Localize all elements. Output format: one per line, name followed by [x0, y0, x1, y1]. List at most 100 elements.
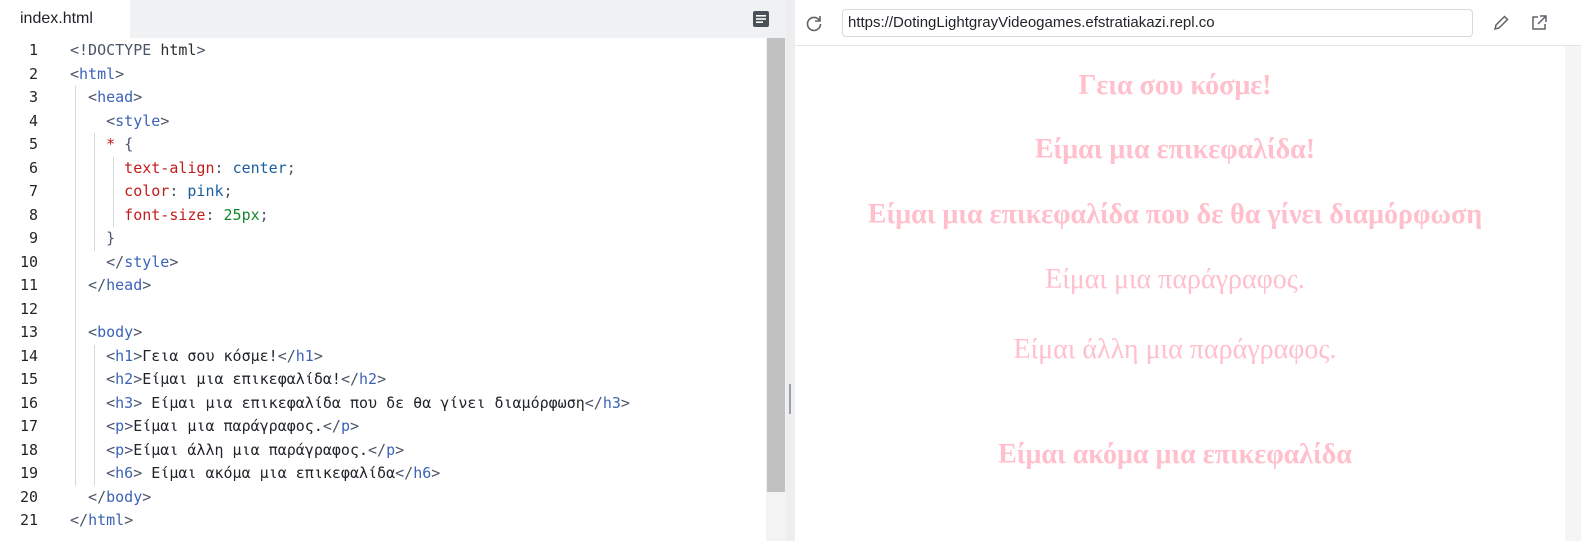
- code-editor-pane[interactable]: index.html 1 <!DOCTYPE html> 2 <html> 3 <hea…: [0, 0, 786, 541]
- code-line[interactable]: 12: [0, 298, 766, 322]
- file-menu-icon[interactable]: [752, 10, 770, 28]
- preview-browser-bar: https://DotingLightgrayVideogames.efstra…: [795, 0, 1581, 46]
- code-token: </: [340, 370, 359, 388]
- code-token: ;: [259, 205, 269, 224]
- code-token: center: [232, 158, 287, 177]
- tab-index-html[interactable]: index.html: [0, 0, 130, 38]
- code-line[interactable]: 11 </head>: [0, 274, 766, 298]
- code-text: </style>: [70, 251, 178, 275]
- code-line[interactable]: 20 </body>: [0, 486, 766, 510]
- preview-h1: Γεια σου κόσμε!: [1078, 70, 1272, 101]
- code-line[interactable]: 16 <h3> Είμαι μια επικεφαλίδα που δε θα …: [0, 392, 766, 416]
- code-line[interactable]: 13 <body>: [0, 321, 766, 345]
- code-token: <: [70, 346, 116, 365]
- code-text: <!DOCTYPE html>: [70, 39, 205, 63]
- line-number: 11: [19, 276, 38, 294]
- code-token: >: [133, 88, 143, 106]
- preview-scrollbar[interactable]: [1565, 46, 1581, 541]
- open-new-tab-icon[interactable]: [1529, 13, 1549, 33]
- code-text: <h1>Γεια σου κόσμε!</h1>: [70, 345, 323, 369]
- editor-tab-bar: index.html: [0, 0, 786, 38]
- code-text: <h3> Είμαι μια επικεφαλίδα που δε θα γίν…: [70, 392, 630, 416]
- code-token: h2: [115, 370, 134, 388]
- line-number: 12: [19, 299, 38, 318]
- code-token: >: [115, 64, 125, 83]
- code-token: <!DOCTYPE: [70, 41, 161, 59]
- pencil-icon[interactable]: [1491, 13, 1511, 33]
- code-token: style: [124, 252, 170, 271]
- code-area[interactable]: 1 <!DOCTYPE html> 2 <html> 3 <head> 4 <style>…: [0, 38, 766, 541]
- code-token: h3: [115, 393, 134, 412]
- code-token: {: [124, 135, 134, 153]
- url-field[interactable]: https://DotingLightgrayVideogames.efstra…: [842, 9, 1473, 37]
- code-text: <h6> Είμαι ακόμα μια επικεφαλίδα</h6>: [70, 462, 440, 486]
- code-line[interactable]: 15 <h2>Είμαι μια επικεφαλίδα!</h2>: [0, 368, 766, 392]
- code-line[interactable]: 8 font-size: 25px;: [0, 204, 766, 228]
- code-token: h1: [295, 346, 314, 365]
- line-number: 6: [28, 158, 38, 177]
- reload-icon[interactable]: [804, 13, 824, 33]
- code-line[interactable]: 18 <p>Είμαι άλλη μια παράγραφος.</p>: [0, 439, 766, 463]
- line-number: 5: [28, 135, 38, 153]
- code-token: >: [160, 111, 170, 130]
- code-line[interactable]: 19 <h6> Είμαι ακόμα μια επικεφαλίδα</h6>: [0, 462, 766, 486]
- code-token: :: [214, 158, 233, 177]
- code-line[interactable]: 21 </html>: [0, 509, 766, 533]
- code-line[interactable]: 3 <head>: [0, 86, 766, 110]
- code-token: <: [70, 417, 116, 435]
- code-line[interactable]: 5 * {: [0, 133, 766, 157]
- code-token: html: [79, 64, 116, 83]
- code-token: >: [124, 511, 134, 529]
- code-token: <: [70, 440, 116, 459]
- line-number: 13: [19, 323, 38, 341]
- code-token: :: [169, 182, 188, 200]
- code-token: >: [349, 417, 359, 435]
- code-token: *: [70, 135, 125, 153]
- code-token: >: [142, 276, 152, 294]
- code-line[interactable]: 9 }: [0, 227, 766, 251]
- code-line[interactable]: 10 </style>: [0, 251, 766, 275]
- code-token: font-size: [70, 205, 206, 224]
- code-line[interactable]: 4 <style>: [0, 110, 766, 134]
- code-token: Είμαι μια επικεφαλίδα που δε θα γίνει δι…: [151, 393, 585, 412]
- code-token: </: [322, 417, 341, 435]
- code-token: >: [431, 464, 441, 482]
- code-token: </: [395, 464, 414, 482]
- code-line[interactable]: 7 color: pink;: [0, 180, 766, 204]
- code-token: h2: [359, 370, 378, 388]
- code-text: </html>: [70, 509, 133, 533]
- code-token: ;: [286, 158, 296, 177]
- code-line[interactable]: 17 <p>Είμαι μια παράγραφος.</p>: [0, 415, 766, 439]
- code-text: </body>: [70, 486, 151, 510]
- code-text: }: [70, 227, 115, 251]
- code-token: body: [97, 323, 134, 341]
- line-number: 14: [19, 346, 38, 365]
- code-token: </: [70, 511, 89, 529]
- code-token: <: [70, 393, 116, 412]
- code-line[interactable]: 1 <!DOCTYPE html>: [0, 39, 766, 63]
- divider-grip[interactable]: [789, 384, 791, 414]
- preview-h2: Είμαι μια επικεφαλίδα!: [1034, 134, 1316, 165]
- code-token: h6: [115, 464, 134, 482]
- indent-guide: [113, 156, 114, 227]
- code-line[interactable]: 14 <h1>Γεια σου κόσμε!</h1>: [0, 345, 766, 369]
- pane-divider[interactable]: [786, 0, 795, 541]
- code-token: </: [70, 252, 125, 271]
- code-text: <p>Είμαι μια παράγραφος.</p>: [70, 415, 359, 439]
- code-token: color: [70, 182, 170, 200]
- code-token: text-align: [70, 158, 215, 177]
- line-number: 7: [28, 182, 38, 200]
- editor-scrollbar-thumb[interactable]: [767, 38, 785, 492]
- code-token: >: [133, 393, 152, 412]
- preview-paragraph-2: Είμαι άλλη μια παράγραφος.: [1013, 334, 1337, 365]
- indent-guide: [94, 133, 95, 251]
- preview-h6: Είμαι ακόμα μια επικεφαλίδα: [998, 439, 1352, 470]
- line-number: 19: [19, 464, 38, 482]
- code-token: >: [133, 370, 143, 388]
- code-token: >: [395, 440, 405, 459]
- line-number: 9: [28, 229, 38, 247]
- code-token: style: [115, 111, 161, 130]
- code-line[interactable]: 2 <html>: [0, 63, 766, 87]
- code-text: * {: [70, 133, 133, 157]
- code-line[interactable]: 6 text-align: center;: [0, 157, 766, 181]
